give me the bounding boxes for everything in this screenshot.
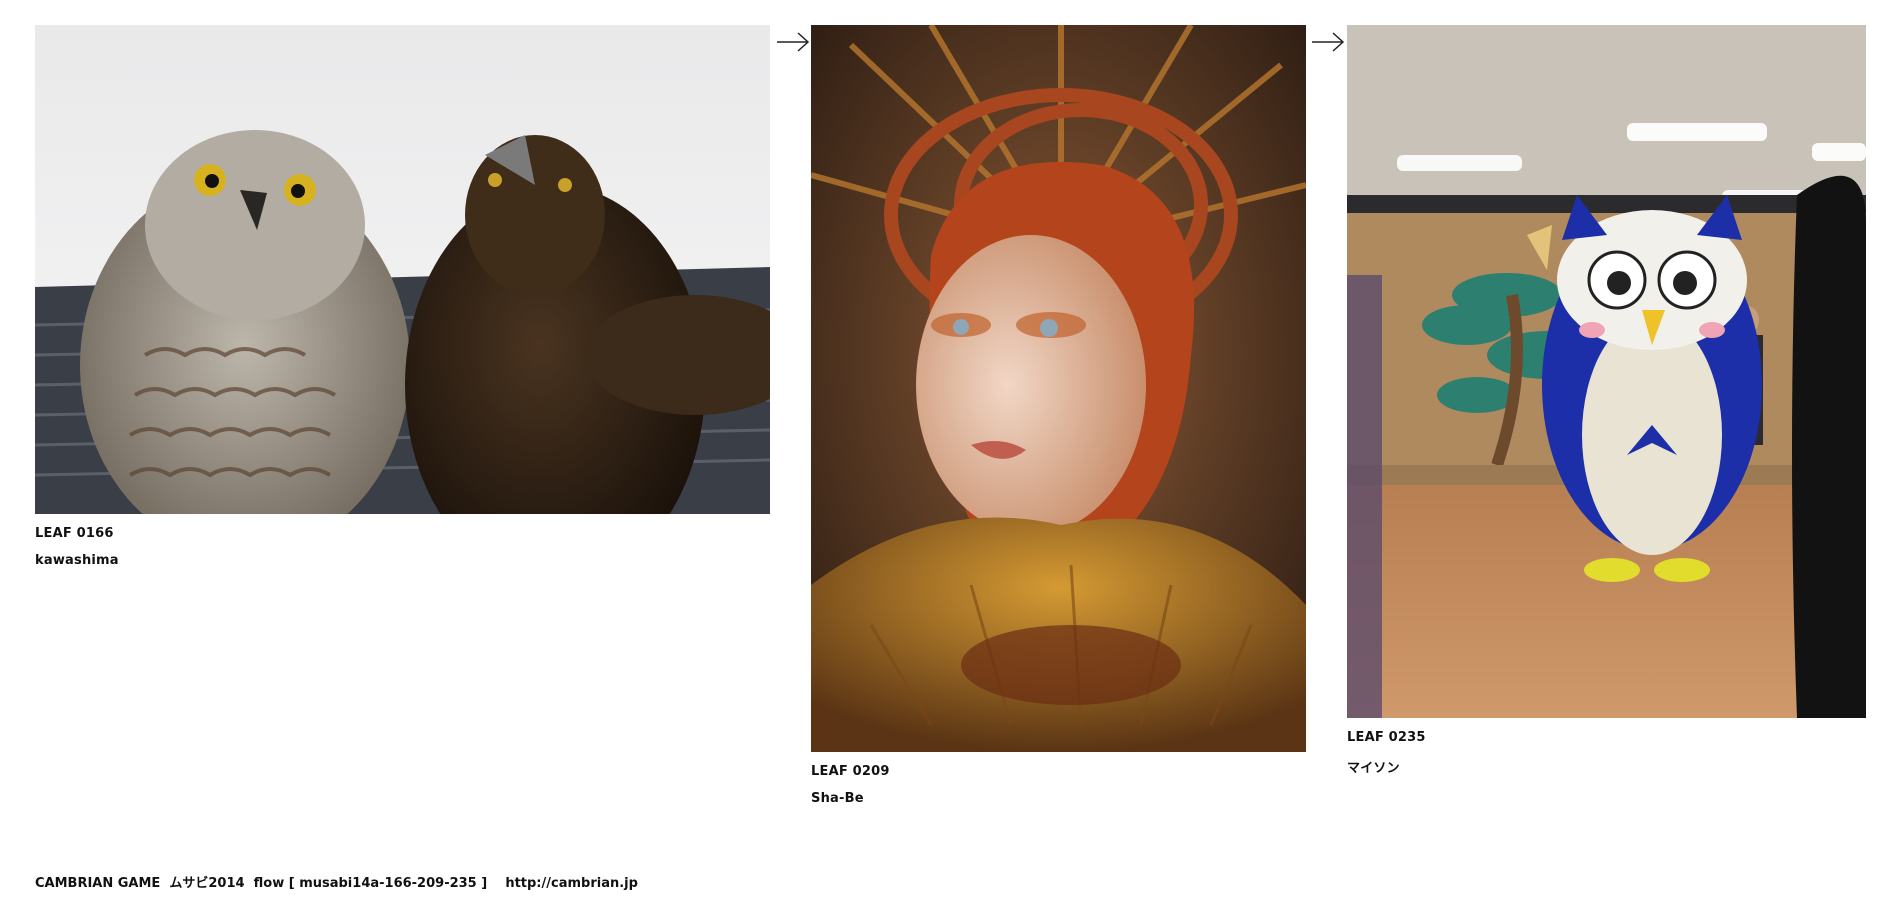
owl-and-eagle-photo[interactable]	[35, 25, 770, 514]
arrow-right-icon	[1311, 30, 1345, 54]
leaf-id: LEAF 0166	[35, 526, 114, 541]
leaf-id: LEAF 0209	[811, 764, 890, 779]
leaf-card-0235: LEAF 0235 マイソン	[1347, 25, 1866, 776]
arrow-right-icon	[776, 30, 810, 54]
footer-flow-id: flow [ musabi14a-166-209-235 ]	[253, 876, 488, 891]
leaf-card-0209: LEAF 0209 Sha-Be	[811, 25, 1306, 806]
leaf-author[interactable]: マイソン	[1347, 757, 1866, 776]
owl-mascot-costume-photo[interactable]	[1347, 25, 1866, 718]
feather-headdress-portrait-photo[interactable]	[811, 25, 1306, 752]
footer-url-link[interactable]: http://cambrian.jp	[505, 876, 638, 891]
leaf-card-0166: LEAF 0166 kawashima	[35, 25, 770, 568]
footer: CAMBRIAN GAME ムサビ2014 flow [ musabi14a-1…	[35, 872, 638, 891]
leaf-id: LEAF 0235	[1347, 730, 1426, 745]
leaf-author[interactable]: kawashima	[35, 553, 770, 568]
footer-event-link[interactable]: ムサビ2014	[169, 876, 244, 891]
leaf-author[interactable]: Sha-Be	[811, 791, 1306, 806]
footer-project-link[interactable]: CAMBRIAN GAME	[35, 876, 160, 891]
